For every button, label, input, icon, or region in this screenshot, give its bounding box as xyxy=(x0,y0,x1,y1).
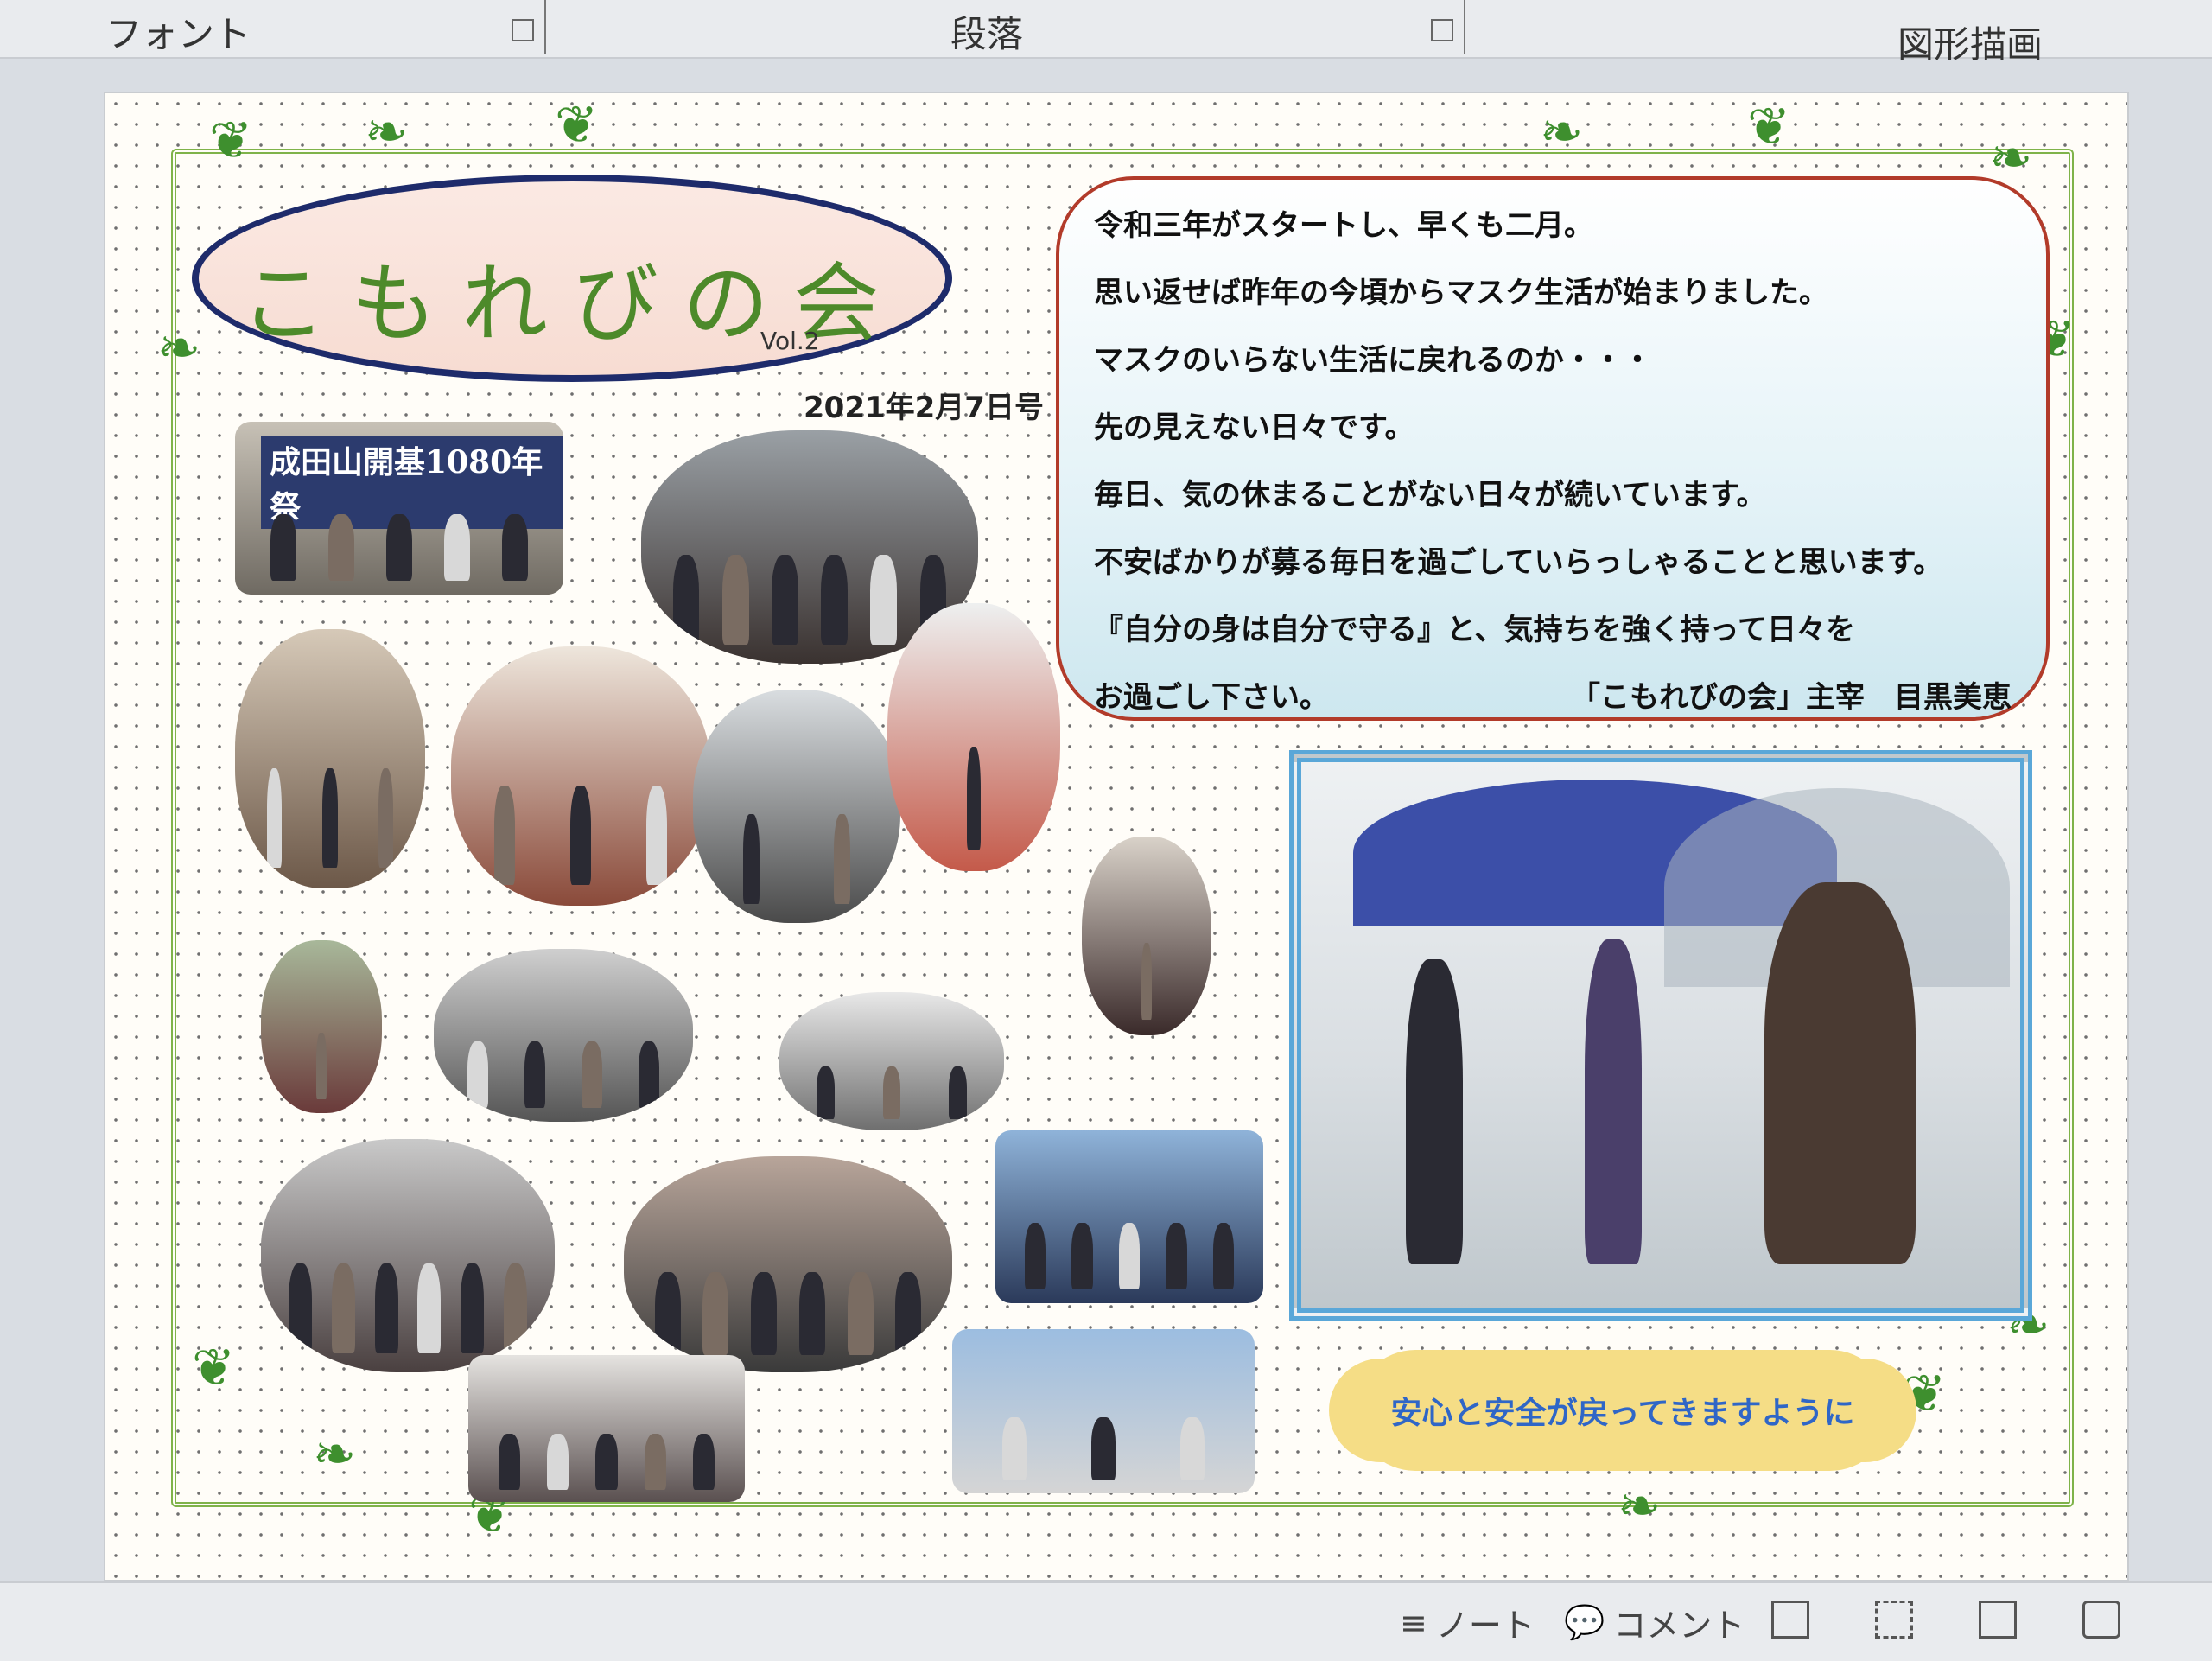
ribbon-separator xyxy=(544,0,546,54)
message-line: 先の見えない日々です。 xyxy=(1094,410,1414,445)
message-line: マスクのいらない生活に戻れるのか・・・ xyxy=(1094,343,1652,378)
font-dialog-launcher-icon[interactable] xyxy=(512,19,534,41)
message-line: 不安ばかりが募る毎日を過ごしていらっしゃることと思います。 xyxy=(1094,545,1943,580)
message-line: 毎日、気の休まることがない日々が続いています。 xyxy=(1094,478,1766,512)
cloud-callout[interactable]: 安心と安全が戻ってきますように xyxy=(1355,1350,1891,1471)
leaf-icon: ❧ xyxy=(313,1424,357,1485)
ribbon-group-font: フォント xyxy=(105,13,251,55)
title-oval[interactable]: こもれびの会 Vol.2 xyxy=(192,175,952,382)
paragraph-dialog-launcher-icon[interactable] xyxy=(1431,19,1453,41)
leaf-icon: ❦ xyxy=(209,111,253,171)
leaf-icon: ❦ xyxy=(1903,1364,1947,1424)
leaf-icon: ❦ xyxy=(1747,97,1791,157)
photo-stage-group[interactable] xyxy=(995,1130,1263,1303)
photo-people xyxy=(255,486,543,581)
photo-crafting-table[interactable] xyxy=(779,992,1004,1130)
leaf-icon: ❧ xyxy=(1618,1476,1662,1537)
reading-view-icon[interactable] xyxy=(1979,1601,2017,1639)
volume-label: Vol.2 xyxy=(760,327,820,355)
status-bar: ≡ ノート 💬 コメント xyxy=(0,1581,2212,1661)
ribbon-separator xyxy=(1464,0,1465,54)
photo-woman-portrait[interactable] xyxy=(261,940,382,1113)
message-line: 思い返せば昨年の今頃からマスク生活が始まりました。 xyxy=(1094,276,1828,310)
message-last-line: お過ごし下さい。 「こもれびの会」主宰 目黒美恵 xyxy=(1094,664,2012,731)
leaf-icon: ❧ xyxy=(1540,102,1584,162)
leaf-icon: ❦ xyxy=(192,1338,236,1398)
message-textbox[interactable]: 令和三年がスタートし、早くも二月。 思い返せば昨年の今頃からマスク生活が始まりま… xyxy=(1056,176,2050,721)
issue-date[interactable]: 2021年2月7日号 xyxy=(804,384,1044,426)
leaf-icon: ❦ xyxy=(555,95,599,156)
message-line: 令和三年がスタートし、早くも二月。 xyxy=(1094,208,1593,243)
leaf-icon: ❧ xyxy=(365,102,409,162)
slideshow-view-icon[interactable] xyxy=(2082,1601,2120,1639)
comment-icon: 💬 xyxy=(1564,1603,1605,1641)
photo-concert-hall[interactable] xyxy=(952,1329,1255,1493)
slide-sorter-view-icon[interactable] xyxy=(1875,1601,1913,1639)
leaf-icon: ❧ xyxy=(157,318,201,379)
notes-icon: ≡ xyxy=(1400,1603,1427,1642)
newsletter-slide[interactable]: ❦ ❧ ❦ ❧ ❦ ❧ ❦ ❧ ❦ ❧ ❦ ❧ ❦ ❧ こもれびの会 Vol.2… xyxy=(105,93,2127,1580)
photo-group-garden[interactable] xyxy=(624,1156,952,1372)
notes-label: ノート xyxy=(1435,1607,1535,1645)
photo-group-outdoor[interactable] xyxy=(261,1139,555,1372)
comments-label: コメント xyxy=(1613,1607,1745,1645)
photo-man-with-flowers[interactable] xyxy=(1082,837,1211,1035)
newsletter-title: こもれびの会 xyxy=(240,253,904,354)
message-signature: 「こもれびの会」主宰 目黒美恵 xyxy=(1571,680,2012,715)
main-photo-umbrellas[interactable] xyxy=(1289,750,2032,1321)
ribbon-group-drawing: 図形描画 xyxy=(1897,23,2044,66)
ribbon-group-labels: フォント 段落 図形描画 xyxy=(0,0,2212,66)
photo-dining-group[interactable] xyxy=(434,949,693,1122)
photo-group-indoor[interactable] xyxy=(468,1355,745,1502)
message-line: 『自分の身は自分で守る』と、気持ちを強く持って日々を xyxy=(1094,613,1855,647)
photo-flower-arrangement[interactable] xyxy=(693,690,900,923)
notes-button[interactable]: ≡ ノート xyxy=(1400,1599,1535,1646)
comments-button[interactable]: 💬 コメント xyxy=(1564,1599,1745,1646)
photo-smiling-woman[interactable] xyxy=(887,603,1060,871)
message-closing: お過ごし下さい。 xyxy=(1094,680,1329,715)
cloud-callout-text: 安心と安全が戻ってきますように xyxy=(1390,1396,1855,1431)
photo-temple-festival[interactable]: 成田山開基1080年祭 xyxy=(235,422,563,595)
ribbon-group-paragraph: 段落 xyxy=(950,13,1024,55)
photo-meeting-room[interactable] xyxy=(235,629,425,888)
normal-view-icon[interactable] xyxy=(1771,1601,1809,1639)
photo-workshop-table[interactable] xyxy=(451,646,710,906)
